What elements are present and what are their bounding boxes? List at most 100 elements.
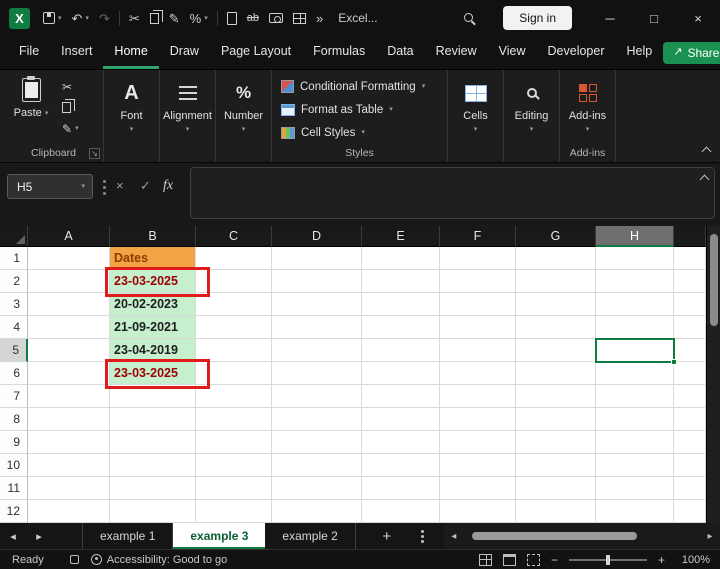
cell-A12[interactable] xyxy=(28,500,110,523)
row-header-7[interactable]: 7 xyxy=(0,385,28,408)
cell-F6[interactable] xyxy=(440,362,516,385)
zoom-slider[interactable] xyxy=(569,559,647,561)
cell-C5[interactable] xyxy=(196,339,272,362)
cell-G1[interactable] xyxy=(516,247,596,270)
name-box[interactable]: H5 ▾ xyxy=(7,174,93,199)
cell-A10[interactable] xyxy=(28,454,110,477)
maximize-button[interactable]: □ xyxy=(632,0,676,36)
cell-B12[interactable] xyxy=(110,500,196,523)
cell-B3[interactable]: 20-02-2023 xyxy=(110,293,196,316)
cell-F10[interactable] xyxy=(440,454,516,477)
row-header-11[interactable]: 11 xyxy=(0,477,28,500)
excel-logo-icon[interactable]: X xyxy=(9,8,30,29)
cell-G10[interactable] xyxy=(516,454,596,477)
zoom-level[interactable]: 100% xyxy=(676,554,710,566)
cell-H2[interactable] xyxy=(596,270,674,293)
copy-button[interactable] xyxy=(62,101,71,114)
cell-H3[interactable] xyxy=(596,293,674,316)
cell-D2[interactable] xyxy=(272,270,362,293)
alignment-group-button[interactable]: Alignment ▾ xyxy=(160,70,216,162)
sheet-nav-left-icon[interactable]: ◂ xyxy=(0,523,26,549)
cell-G2[interactable] xyxy=(516,270,596,293)
cells-group-button[interactable]: Cells ▾ xyxy=(448,70,504,162)
accessibility-status[interactable]: Accessibility: Good to go xyxy=(107,554,227,566)
menu-tab-draw[interactable]: Draw xyxy=(159,36,210,69)
cell-C10[interactable] xyxy=(196,454,272,477)
cell-D8[interactable] xyxy=(272,408,362,431)
cell-F4[interactable] xyxy=(440,316,516,339)
cell-G9[interactable] xyxy=(516,431,596,454)
cell-G8[interactable] xyxy=(516,408,596,431)
cell-H5[interactable] xyxy=(596,339,674,362)
cell-D4[interactable] xyxy=(272,316,362,339)
cell-B5[interactable]: 23-04-2019 xyxy=(110,339,196,362)
font-group-button[interactable]: A Font ▾ xyxy=(104,70,160,162)
vertical-scrollbar[interactable] xyxy=(706,226,720,523)
cell-E11[interactable] xyxy=(362,477,440,500)
formula-input[interactable] xyxy=(190,167,715,219)
cell-E12[interactable] xyxy=(362,500,440,523)
sheet-tab-example-2[interactable]: example 2 xyxy=(265,523,355,549)
column-header-D[interactable]: D xyxy=(272,226,362,247)
cell-filler4[interactable] xyxy=(674,316,706,339)
insert-function-button[interactable]: fx xyxy=(163,178,173,194)
cell-C11[interactable] xyxy=(196,477,272,500)
cell-H11[interactable] xyxy=(596,477,674,500)
cell-filler11[interactable] xyxy=(674,477,706,500)
cell-H1[interactable] xyxy=(596,247,674,270)
undo-button[interactable]: ↶▾ xyxy=(67,8,94,29)
cell-B8[interactable] xyxy=(110,408,196,431)
cell-filler12[interactable] xyxy=(674,500,706,523)
cell-C2[interactable] xyxy=(196,270,272,293)
menu-tab-home[interactable]: Home xyxy=(103,36,158,69)
cell-F5[interactable] xyxy=(440,339,516,362)
cell-B6[interactable]: 23-03-2025 xyxy=(110,362,196,385)
cell-filler5[interactable] xyxy=(674,339,706,362)
column-header-A[interactable]: A xyxy=(28,226,110,247)
cell-C4[interactable] xyxy=(196,316,272,339)
cell-filler8[interactable] xyxy=(674,408,706,431)
cell-A6[interactable] xyxy=(28,362,110,385)
minimize-button[interactable]: ─ xyxy=(588,0,632,36)
redo-button[interactable]: ↷ xyxy=(94,8,115,29)
cell-G11[interactable] xyxy=(516,477,596,500)
cell-A1[interactable] xyxy=(28,247,110,270)
cut-button[interactable]: ✂ xyxy=(62,80,72,93)
cell-H4[interactable] xyxy=(596,316,674,339)
column-header-B[interactable]: B xyxy=(110,226,196,247)
cell-G7[interactable] xyxy=(516,385,596,408)
cell-filler10[interactable] xyxy=(674,454,706,477)
more-commands-button[interactable]: » xyxy=(311,8,328,29)
column-header-E[interactable]: E xyxy=(362,226,440,247)
macro-record-icon[interactable] xyxy=(70,555,79,564)
cell-E4[interactable] xyxy=(362,316,440,339)
cell-F9[interactable] xyxy=(440,431,516,454)
row-header-9[interactable]: 9 xyxy=(0,431,28,454)
select-all-button[interactable] xyxy=(0,226,28,247)
cell-filler7[interactable] xyxy=(674,385,706,408)
cancel-button[interactable]: × xyxy=(116,178,124,193)
page-break-view-icon[interactable] xyxy=(527,554,540,566)
cell-D10[interactable] xyxy=(272,454,362,477)
cell-D7[interactable] xyxy=(272,385,362,408)
share-button[interactable]: ↗ Share ▾ xyxy=(663,42,720,64)
horizontal-scrollbar[interactable]: ◂ ▸ xyxy=(444,523,720,549)
menu-tab-help[interactable]: Help xyxy=(616,36,664,69)
cell-D9[interactable] xyxy=(272,431,362,454)
format-as-table-button[interactable]: Format as Table ▾ xyxy=(272,98,447,121)
cell-C12[interactable] xyxy=(196,500,272,523)
cell-B7[interactable] xyxy=(110,385,196,408)
collapse-ribbon-button[interactable] xyxy=(703,148,710,155)
page-layout-view-icon[interactable] xyxy=(503,554,516,566)
zoom-in-button[interactable]: + xyxy=(658,553,665,567)
cell-A11[interactable] xyxy=(28,477,110,500)
fill-handle[interactable] xyxy=(671,359,677,365)
menu-tab-page-layout[interactable]: Page Layout xyxy=(210,36,302,69)
cell-B1[interactable]: Dates xyxy=(110,247,196,270)
paste-button[interactable]: Paste▾ xyxy=(7,78,55,119)
sheet-options-button[interactable] xyxy=(410,523,436,549)
cell-filler2[interactable] xyxy=(674,270,706,293)
cell-G6[interactable] xyxy=(516,362,596,385)
cell-A4[interactable] xyxy=(28,316,110,339)
cell-C6[interactable] xyxy=(196,362,272,385)
